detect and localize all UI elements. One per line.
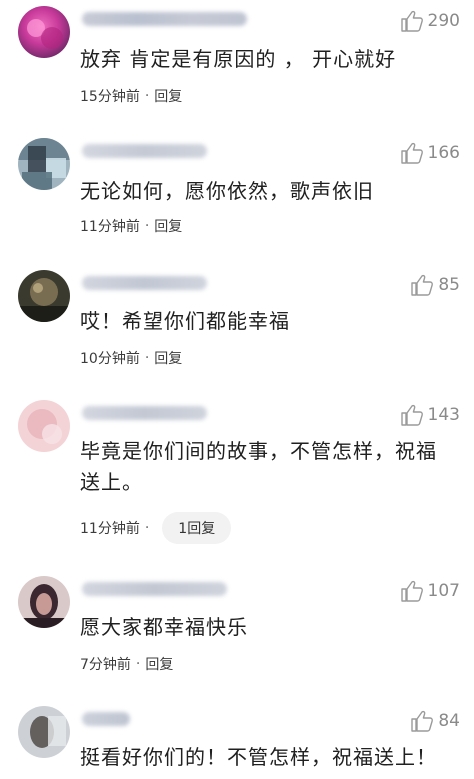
timestamp: 11分钟前 [80,219,140,235]
like-button[interactable]: 143 [400,402,460,428]
username-blurred[interactable] [82,712,130,726]
comment-item: 143 毕竟是你们间的故事，不管怎样，祝福 送上。 11分钟前 · 1回复 [0,398,474,558]
username-blurred[interactable] [82,582,227,596]
comment-text: 愿大家都幸福快乐 [80,615,248,639]
separator: · [144,218,150,234]
comment-text: 放弃 肯定是有原因的 ， 开心就好 [80,47,397,71]
separator: · [135,656,141,672]
like-button[interactable]: 166 [400,140,460,166]
comment-text-line: 毕竟是你们间的故事，不管怎样，祝福 [80,439,437,463]
comment-item: 166 无论如何，愿你依然，歌声依旧 11分钟前 · 回复 [0,136,474,256]
like-count: 290 [427,11,460,31]
reply-button[interactable]: 回复 [145,654,173,674]
comment-item: 84 挺看好你们的！不管怎样，祝福送上！ [0,704,474,779]
like-button[interactable]: 290 [400,8,460,34]
like-count: 85 [438,275,460,295]
reply-count-button[interactable]: 1回复 [162,512,232,544]
comment-item: 85 哎！希望你们都能幸福 10分钟前 · 回复 [0,268,474,388]
avatar[interactable] [18,706,70,758]
thumbs-up-icon [400,10,423,32]
timestamp: 10分钟前 [80,351,140,367]
thumbs-up-icon [400,404,423,426]
thumbs-up-icon [411,274,434,296]
thumbs-up-icon [400,142,423,164]
avatar[interactable] [18,270,70,322]
like-count: 166 [427,143,460,163]
comment-text: 毕竟是你们间的故事，不管怎样，祝福 送上。 [80,436,454,498]
comment-item: 290 放弃 肯定是有原因的 ， 开心就好 15分钟前 · 回复 [0,4,474,124]
comment-text-line: 送上。 [80,470,143,494]
username-blurred[interactable] [82,12,247,26]
like-button[interactable]: 107 [400,578,460,604]
avatar[interactable] [18,138,70,190]
reply-button[interactable]: 回复 [154,86,182,106]
thumbs-up-icon [400,580,423,602]
thumbs-up-icon [411,710,434,732]
comment-meta: 11分钟前 · 1回复 [80,512,232,544]
username-blurred[interactable] [82,406,207,420]
username-blurred[interactable] [82,144,207,158]
separator: · [144,520,150,536]
timestamp: 15分钟前 [80,89,140,105]
like-count: 84 [438,711,460,731]
avatar[interactable] [18,400,70,452]
comment-meta: 11分钟前 · 回复 [80,216,182,236]
comment-text: 哎！希望你们都能幸福 [80,309,290,333]
comment-meta: 7分钟前 · 回复 [80,654,173,674]
avatar[interactable] [18,6,70,58]
comment-item: 107 愿大家都幸福快乐 7分钟前 · 回复 [0,574,474,684]
comment-text: 无论如何，愿你依然，歌声依旧 [80,179,374,203]
avatar[interactable] [18,576,70,628]
like-count: 143 [427,405,460,425]
like-button[interactable]: 84 [410,708,460,734]
reply-button[interactable]: 回复 [154,216,182,236]
comment-meta: 10分钟前 · 回复 [80,348,182,368]
like-count: 107 [427,581,460,601]
separator: · [144,88,150,104]
reply-button[interactable]: 回复 [154,348,182,368]
like-button[interactable]: 85 [410,272,460,298]
separator: · [144,350,150,366]
comment-text: 挺看好你们的！不管怎样，祝福送上！ [80,745,437,769]
comment-meta: 15分钟前 · 回复 [80,86,182,106]
timestamp: 7分钟前 [80,657,131,673]
username-blurred[interactable] [82,276,207,290]
timestamp: 11分钟前 [80,521,140,537]
